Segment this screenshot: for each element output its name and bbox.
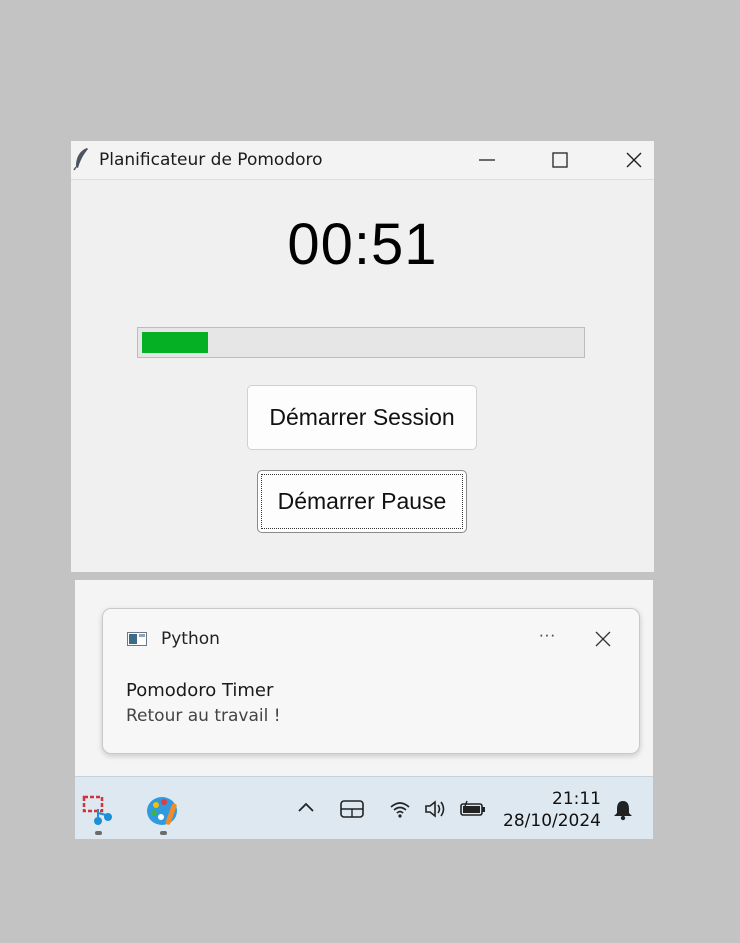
paint-icon (147, 797, 177, 825)
start-pause-button[interactable]: Démarrer Pause (257, 470, 467, 533)
window-title: Planificateur de Pomodoro (99, 150, 323, 170)
running-indicator (95, 831, 102, 835)
minimize-button[interactable] (464, 145, 510, 175)
feather-icon (73, 148, 88, 171)
start-session-button[interactable]: Démarrer Session (247, 385, 477, 450)
running-indicator (160, 831, 167, 835)
notification-area: Python ··· Pomodoro Timer Retour au trav… (75, 580, 653, 776)
python-app-icon (127, 632, 147, 646)
taskbar-app-paint[interactable] (145, 793, 181, 835)
chevron-up-icon[interactable] (297, 799, 315, 817)
close-button[interactable] (611, 145, 657, 175)
toast-notification[interactable]: Python ··· Pomodoro Timer Retour au trav… (102, 608, 640, 754)
timer-display: 00:51 (287, 212, 438, 277)
wifi-icon[interactable] (389, 799, 411, 819)
progress-bar (137, 327, 585, 358)
toast-close-icon[interactable] (593, 629, 613, 649)
maximize-button[interactable] (537, 145, 583, 175)
toast-app-name: Python (161, 629, 220, 649)
minimize-icon (479, 159, 495, 161)
start-session-label: Démarrer Session (269, 404, 455, 430)
more-options-icon[interactable]: ··· (533, 625, 561, 645)
volume-icon[interactable] (424, 799, 450, 819)
close-icon (626, 152, 642, 168)
pomodoro-window: Planificateur de Pomodoro 00:51 Démarrer… (71, 141, 654, 572)
maximize-icon (552, 152, 568, 168)
touch-keyboard-icon[interactable] (340, 799, 364, 819)
focus-ring (261, 474, 463, 529)
progress-bar-fill (142, 332, 208, 353)
toast-title: Pomodoro Timer (126, 680, 274, 701)
title-bar[interactable]: Planificateur de Pomodoro (71, 141, 654, 180)
taskbar-app-snipping[interactable] (80, 793, 116, 835)
taskbar: 21:11 28/10/2024 (75, 776, 653, 839)
toast-message: Retour au travail ! (126, 706, 281, 726)
snipping-tool-icon (82, 795, 112, 825)
taskbar-date[interactable]: 28/10/2024 (495, 811, 601, 831)
taskbar-time[interactable]: 21:11 (545, 789, 601, 809)
battery-icon[interactable] (460, 799, 486, 819)
notification-bell-icon[interactable] (612, 799, 634, 821)
